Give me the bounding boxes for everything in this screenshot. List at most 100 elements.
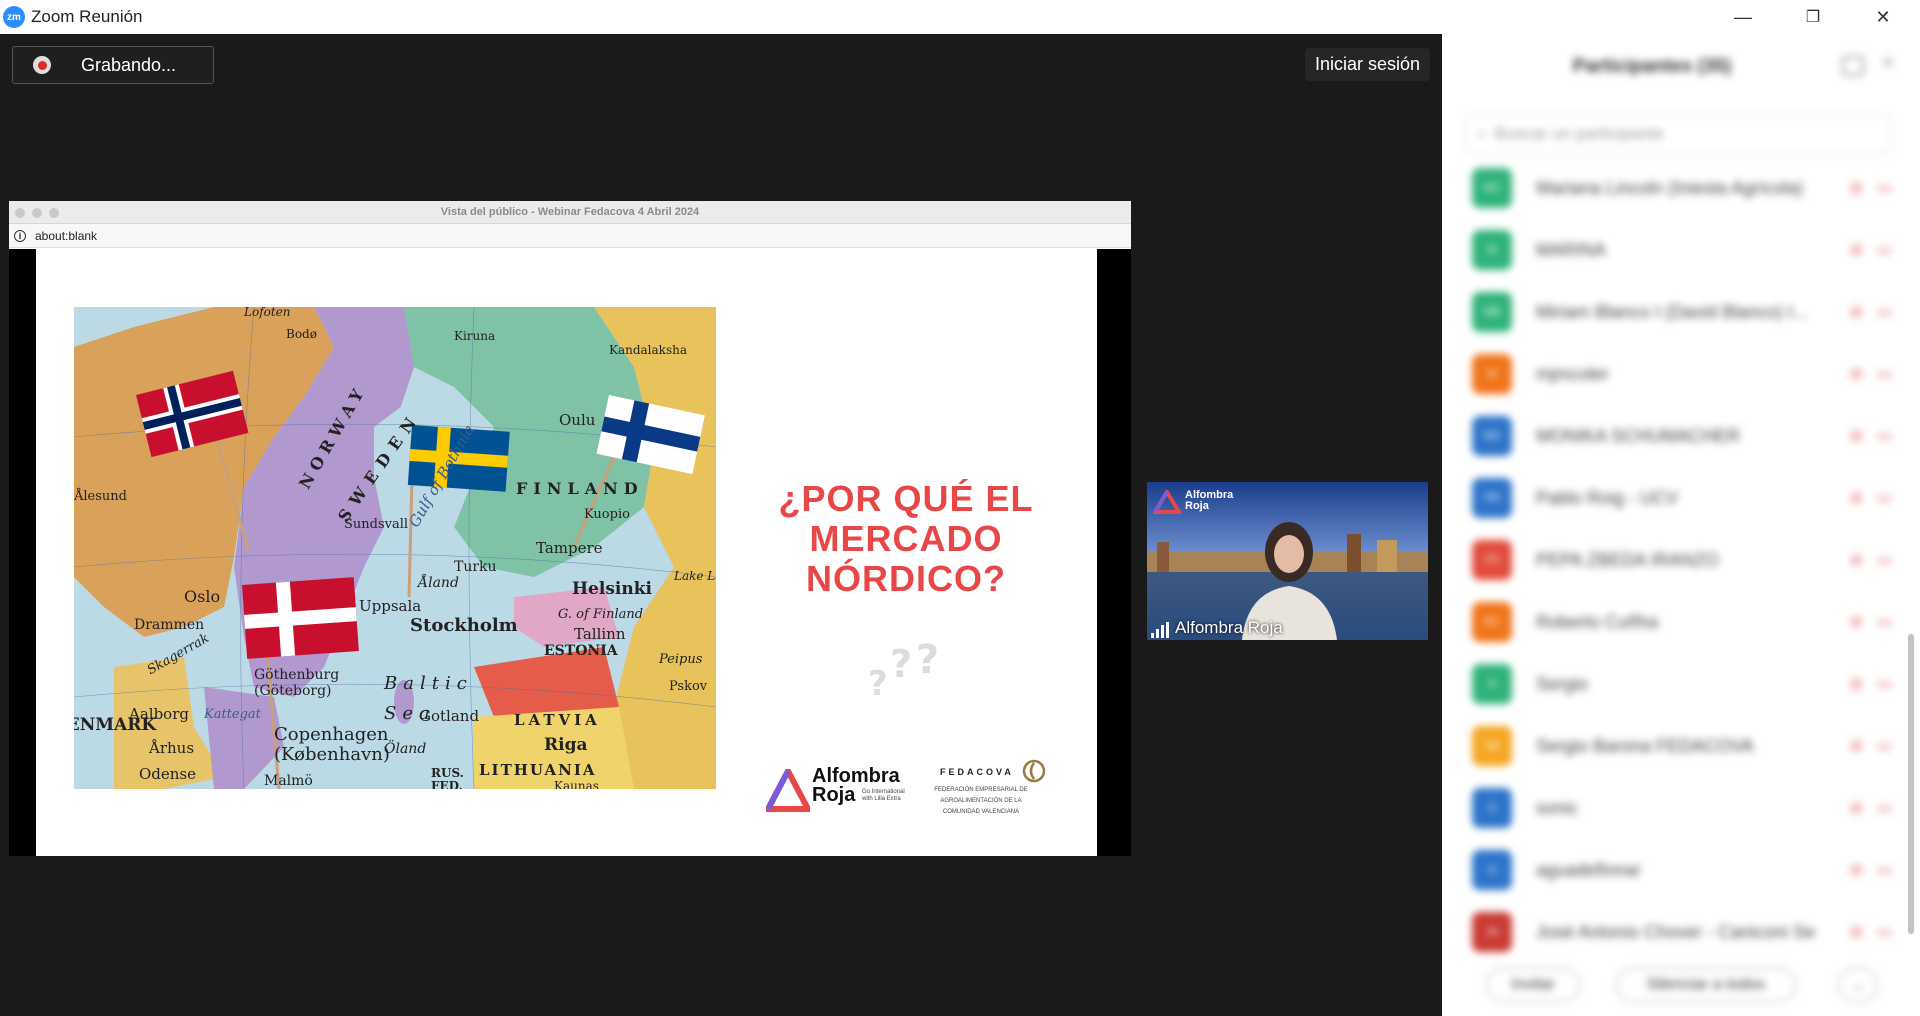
map-label: Öland xyxy=(384,741,427,757)
muted-mic-icon: ⊘ xyxy=(1849,862,1863,879)
map-label: Kiruna xyxy=(454,329,496,343)
muted-mic-icon: ⊘ xyxy=(1849,304,1863,321)
map-label: Drammen xyxy=(134,617,205,633)
invite-button[interactable]: Invitar xyxy=(1486,968,1580,1002)
video-off-icon: ▭ xyxy=(1876,800,1892,817)
map-label: Helsinki xyxy=(572,579,652,599)
video-off-icon: ▭ xyxy=(1876,862,1892,879)
map-label: Riga xyxy=(544,735,588,755)
map-label: Kuopio xyxy=(584,507,630,522)
map-label: Malmö xyxy=(264,773,313,789)
search-placeholder: Buscar un participante xyxy=(1494,124,1664,143)
participant-name: José Antonio Chover - Caniconi Ser... xyxy=(1536,921,1816,942)
participant-avatar: M xyxy=(1472,230,1512,270)
participant-row[interactable]: RC Roberto Cuñha ⊘ ▭ xyxy=(1472,598,1892,646)
search-icon: ⌕ xyxy=(1477,124,1487,143)
participant-search-input[interactable]: ⌕ Buscar un participante xyxy=(1464,114,1892,154)
participant-avatar: JA xyxy=(1472,912,1512,952)
map-label: ESTONIA xyxy=(544,643,618,659)
muted-mic-icon: ⊘ xyxy=(1849,366,1863,383)
participant-name: PEPA ZBEDA IRANZO xyxy=(1536,549,1719,570)
video-off-icon: ▭ xyxy=(1876,614,1892,631)
participant-avatar: PR xyxy=(1472,478,1512,518)
participant-name: aguadefinnar xyxy=(1536,859,1642,880)
participant-avatar: RC xyxy=(1472,602,1512,642)
participant-status-icons: ⊘ ▭ xyxy=(1849,674,1892,694)
video-off-icon: ▭ xyxy=(1876,304,1892,321)
participant-name: Roberto Cuñha xyxy=(1536,611,1659,632)
svg-text:?: ? xyxy=(868,664,888,703)
close-icon[interactable]: ✕ xyxy=(1848,0,1918,34)
participant-row[interactable]: S Sergio ⊘ ▭ xyxy=(1472,660,1892,708)
signin-button[interactable]: Iniciar sesión xyxy=(1304,48,1430,81)
record-icon xyxy=(33,56,51,74)
map-label: LITHUANIA xyxy=(479,761,597,779)
participant-avatar: MB xyxy=(1472,292,1512,332)
participant-row[interactable]: MB Miriam Blanco I (David Blanco) I... ⊘ ▭ xyxy=(1472,288,1892,336)
video-off-icon: ▭ xyxy=(1876,552,1892,569)
participant-row[interactable]: MS MONIKA SCHUMACHER ⊘ ▭ xyxy=(1472,412,1892,460)
participant-name: mjmcoler xyxy=(1536,363,1610,384)
slide-title: ¿POR QUÉ EL MERCADO NÓRDICO? xyxy=(746,479,1066,599)
participant-video-tile[interactable]: Alfombra Roja Alfombra Roja xyxy=(1147,482,1428,640)
video-off-icon: ▭ xyxy=(1876,490,1892,507)
participant-name: Mariana Lincoln (Iniesta Agrícola) xyxy=(1536,177,1804,198)
slide-title-line: MERCADO xyxy=(809,518,1003,559)
participant-row[interactable]: PZ PEPA ZBEDA IRANZO ⊘ ▭ xyxy=(1472,536,1892,584)
participant-status-icons: ⊘ ▭ xyxy=(1849,302,1892,322)
muted-mic-icon: ⊘ xyxy=(1849,676,1863,693)
video-off-icon: ▭ xyxy=(1876,676,1892,693)
map-label: Baltic Sea xyxy=(384,673,473,724)
fedacova-name: FEDACOVA xyxy=(940,767,1014,777)
minimize-icon[interactable]: — xyxy=(1708,0,1778,34)
map-label: Turku xyxy=(454,559,497,575)
nordic-map: Lofoten Bodø Kiruna Kandalaksha Oulu Åle… xyxy=(74,307,716,789)
close-panel-icon[interactable]: × xyxy=(1882,52,1894,75)
map-label: Tallinn xyxy=(574,625,626,643)
participant-row[interactable]: Ssonic ⊘ ▭ xyxy=(1472,784,1892,832)
meeting-area: Grabando... Iniciar sesión Vista del púb… xyxy=(0,34,1442,1016)
traffic-lights xyxy=(15,208,59,218)
muted-mic-icon: ⊘ xyxy=(1849,428,1863,445)
video-off-icon: ▭ xyxy=(1876,242,1892,259)
more-options-button[interactable]: ... xyxy=(1838,968,1878,1002)
map-label: Tampere xyxy=(536,539,603,557)
participant-row[interactable]: Aaguadefinnar ⊘ ▭ xyxy=(1472,846,1892,894)
participants-panel-content: Participantes (35) × ⌕ Buscar un partici… xyxy=(1442,34,1920,1016)
participant-status-icons: ⊘ ▭ xyxy=(1849,860,1892,880)
participant-row[interactable]: JA José Antonio Chover - Caniconi Ser... ⊘… xyxy=(1472,908,1892,956)
participant-status-icons: ⊘ ▭ xyxy=(1849,426,1892,446)
participants-scrollbar[interactable] xyxy=(1908,634,1914,934)
mute-all-button[interactable]: Silenciar a todos xyxy=(1616,968,1796,1002)
alfombra-roja-logo: Alfombra Roja Go International with Lill… xyxy=(766,766,916,817)
participant-avatar: PZ xyxy=(1472,540,1512,580)
participant-row[interactable]: Mmjmcoler ⊘ ▭ xyxy=(1472,350,1892,398)
participant-row[interactable]: SB Sergio Barona FEDACOVA ⊘ ▭ xyxy=(1472,722,1892,770)
participant-row[interactable]: MC Mariana Lincoln (Iniesta Agrícola) ⊘ ▭ xyxy=(1472,164,1892,212)
participant-status-icons: ⊘ ▭ xyxy=(1849,798,1892,818)
participant-status-icons: ⊘ ▭ xyxy=(1849,922,1892,942)
muted-mic-icon: ⊘ xyxy=(1849,924,1863,941)
participant-name: Pablo Roig - UCV xyxy=(1536,487,1679,508)
map-label: Uppsala xyxy=(359,597,422,615)
participant-row[interactable]: PR Pablo Roig - UCV ⊘ ▭ xyxy=(1472,474,1892,522)
map-label: Oslo xyxy=(184,587,221,606)
shared-window-titlebar: Vista del público - Webinar Fedacova 4 A… xyxy=(9,201,1131,224)
restore-icon[interactable]: ❐ xyxy=(1778,0,1848,34)
map-label: Kandalaksha xyxy=(609,343,687,357)
recording-indicator[interactable]: Grabando... xyxy=(12,46,214,84)
participant-row[interactable]: M MARINA ⊘ ▭ xyxy=(1472,226,1892,274)
popout-icon[interactable] xyxy=(1842,56,1864,76)
fedacova-description: Federación Empresarial de Agroalimentaci… xyxy=(934,787,1028,815)
fedacova-logo: FEDACOVA Federación Empresarial de Agroa… xyxy=(926,759,1056,829)
participant-status-icons: ⊘ ▭ xyxy=(1849,488,1892,508)
video-off-icon: ▭ xyxy=(1876,738,1892,755)
participant-avatar: M xyxy=(1472,354,1512,394)
question-marks-icon: ? ? ? xyxy=(868,637,939,703)
map-label: Kaunas xyxy=(554,779,599,789)
map-label: Åland xyxy=(418,575,459,591)
participant-avatar: S xyxy=(1472,664,1512,704)
alfombra-triangle-icon xyxy=(766,769,810,812)
svg-text:?: ? xyxy=(916,637,939,683)
info-icon: i xyxy=(14,229,26,242)
